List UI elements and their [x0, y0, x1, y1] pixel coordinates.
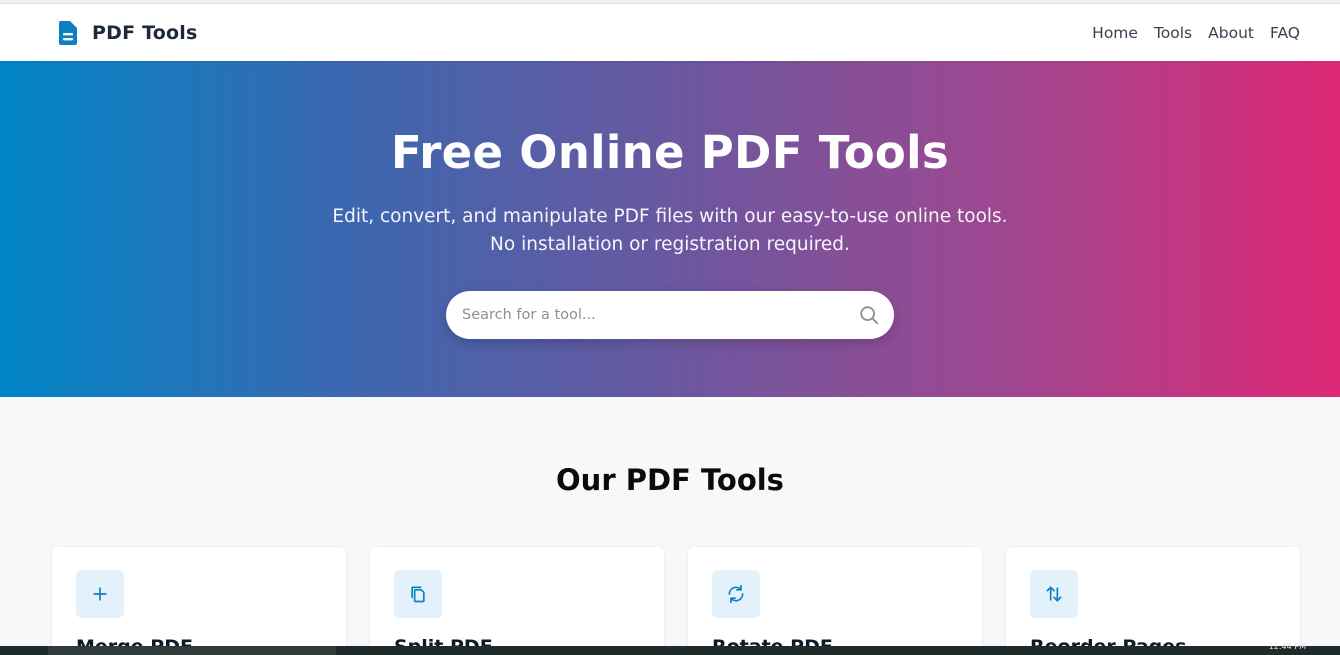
- taskbar-clock: 12:44 PM: [1268, 642, 1306, 651]
- search-icon[interactable]: [858, 304, 880, 326]
- tool-card-reorder-pages[interactable]: Reorder Pages: [1006, 547, 1300, 655]
- nav-link-faq[interactable]: FAQ: [1270, 24, 1300, 42]
- tool-card-rotate-pdf[interactable]: Rotate PDF: [688, 547, 982, 655]
- hero-title: Free Online PDF Tools: [391, 126, 949, 179]
- nav-links: Home Tools About FAQ: [1092, 24, 1300, 42]
- copy-icon: [394, 570, 442, 618]
- os-taskbar: 12:44 PM: [0, 642, 1340, 655]
- hero-subtitle: Edit, convert, and manipulate PDF files …: [332, 206, 1008, 255]
- document-icon: [56, 20, 80, 46]
- nav-link-about[interactable]: About: [1208, 24, 1254, 42]
- tool-card-merge-pdf[interactable]: Merge PDF: [52, 547, 346, 655]
- brand[interactable]: PDF Tools: [56, 20, 197, 46]
- tool-card-split-pdf[interactable]: Split PDF: [370, 547, 664, 655]
- search-input[interactable]: [462, 307, 832, 323]
- nav-link-tools[interactable]: Tools: [1154, 24, 1192, 42]
- rotate-icon: [712, 570, 760, 618]
- nav-link-home[interactable]: Home: [1092, 24, 1138, 42]
- swap-vertical-icon: [1030, 570, 1078, 618]
- tools-heading: Our PDF Tools: [556, 463, 784, 497]
- hero-section: Free Online PDF Tools Edit, convert, and…: [0, 61, 1340, 397]
- search-bar: [446, 291, 894, 339]
- tools-section: Our PDF Tools Merge PDF Split PDF: [0, 397, 1340, 655]
- navbar: PDF Tools Home Tools About FAQ: [0, 4, 1340, 61]
- tool-cards: Merge PDF Split PDF Rotate PDF: [0, 547, 1340, 655]
- taskbar-search-area[interactable]: [48, 646, 336, 655]
- brand-name: PDF Tools: [92, 21, 198, 44]
- plus-icon: [76, 570, 124, 618]
